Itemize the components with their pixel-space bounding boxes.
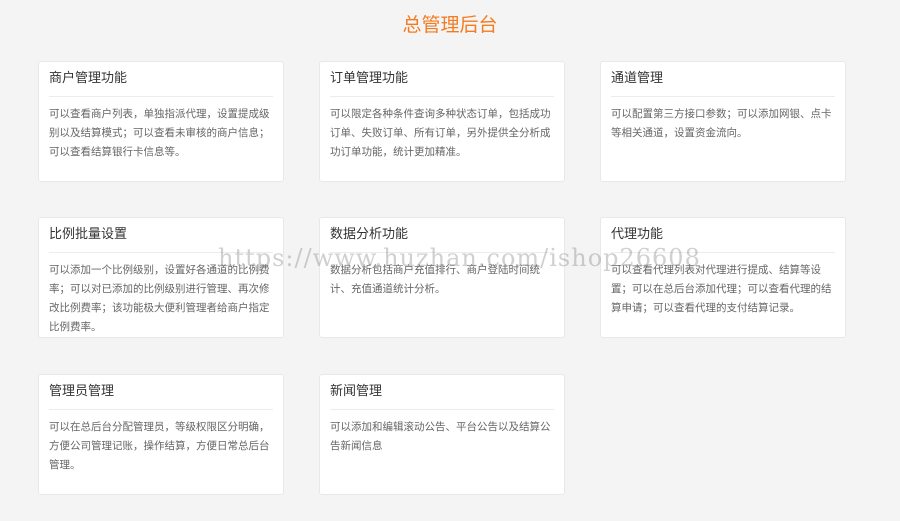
card-title: 比例批量设置 xyxy=(49,218,273,253)
card-news-management: 新闻管理可以添加和编辑滚动公告、平台公告以及结算公告新闻信息 xyxy=(319,374,565,495)
card-title: 数据分析功能 xyxy=(330,218,554,253)
card-channel-management: 通道管理可以配置第三方接口参数；可以添加网银、点卡等相关通道，设置资金流向。 xyxy=(600,61,846,182)
card-description: 可以查看代理列表对代理进行提成、结算等设置；可以在总后台添加代理；可以查看代理的… xyxy=(611,264,832,314)
card-description: 数据分析包括商户充值排行、商户登陆时间统计、充值通道统计分析。 xyxy=(330,264,540,295)
card-title: 商户管理功能 xyxy=(49,62,273,97)
card-title: 新闻管理 xyxy=(330,375,554,410)
card-rate-batch-settings: 比例批量设置可以添加一个比例级别，设置好各通道的比例费率；可以对已添加的比例级别… xyxy=(38,217,284,338)
card-admin-management: 管理员管理可以在总后台分配管理员，等级权限区分明确，方便公司管理记账，操作结算，… xyxy=(38,374,284,495)
card-description: 可以在总后台分配管理员，等级权限区分明确，方便公司管理记账，操作结算，方便日常总… xyxy=(49,421,270,471)
card-description: 可以查看商户列表，单独指派代理，设置提成级别以及结算模式；可以查看未审核的商户信… xyxy=(49,108,270,158)
card-description: 可以配置第三方接口参数；可以添加网银、点卡等相关通道，设置资金流向。 xyxy=(611,108,832,139)
card-order-management: 订单管理功能可以限定各种条件查询多种状态订单，包括成功订单、失败订单、所有订单，… xyxy=(319,61,565,182)
card-agent-function: 代理功能可以查看代理列表对代理进行提成、结算等设置；可以在总后台添加代理；可以查… xyxy=(600,217,846,338)
card-description: 可以添加和编辑滚动公告、平台公告以及结算公告新闻信息 xyxy=(330,421,551,452)
card-data-analysis: 数据分析功能数据分析包括商户充值排行、商户登陆时间统计、充值通道统计分析。 xyxy=(319,217,565,338)
card-description: 可以添加一个比例级别，设置好各通道的比例费率；可以对已添加的比例级别进行管理、再… xyxy=(49,264,270,333)
card-merchant-management: 商户管理功能可以查看商户列表，单独指派代理，设置提成级别以及结算模式；可以查看未… xyxy=(38,61,284,182)
card-title: 订单管理功能 xyxy=(330,62,554,97)
card-title: 通道管理 xyxy=(611,62,835,97)
card-description: 可以限定各种条件查询多种状态订单，包括成功订单、失败订单、所有订单，另外提供全分… xyxy=(330,108,551,158)
card-title: 管理员管理 xyxy=(49,375,273,410)
card-title: 代理功能 xyxy=(611,218,835,253)
page-title: 总管理后台 xyxy=(402,14,498,36)
